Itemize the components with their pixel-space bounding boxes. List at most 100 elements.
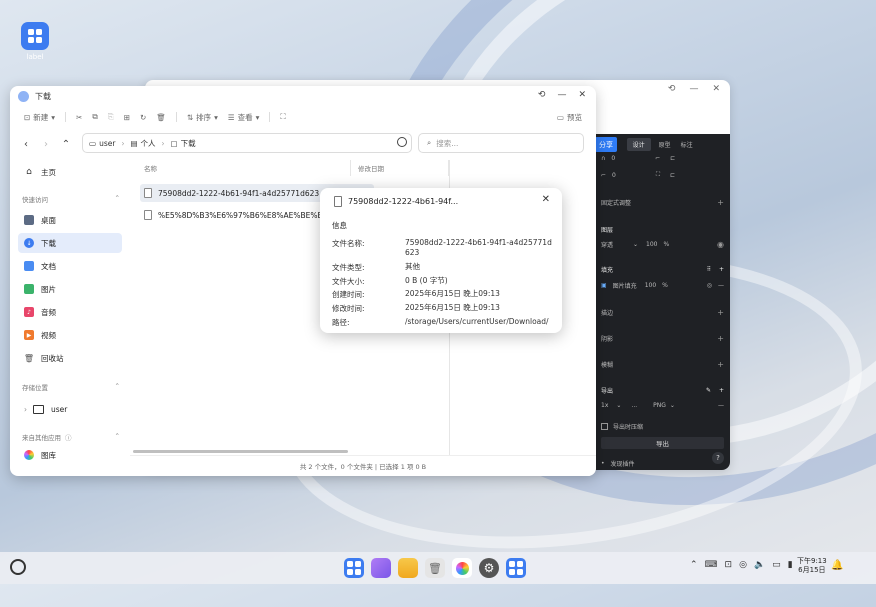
- sidebar-item-download[interactable]: ↓ 下载: [18, 233, 122, 253]
- preview-button[interactable]: ▭ 预览: [557, 112, 582, 123]
- app-grid-icon[interactable]: [344, 558, 364, 578]
- volume-icon[interactable]: 🔈: [754, 560, 765, 570]
- info-icon[interactable]: ⓘ: [65, 432, 72, 442]
- close-icon[interactable]: ✕: [578, 90, 586, 100]
- frame-icon[interactable]: ⊏: [670, 155, 675, 162]
- screenshot-icon[interactable]: ⊡: [725, 560, 733, 570]
- close-icon[interactable]: ✕: [542, 194, 550, 205]
- sidebar-item-gallery[interactable]: 图库: [18, 445, 122, 465]
- input-method-icon[interactable]: ⌨: [705, 560, 718, 570]
- desktop-app-icon[interactable]: [21, 22, 49, 50]
- export-button[interactable]: 导出: [601, 437, 724, 449]
- eye-icon[interactable]: ◉: [717, 240, 724, 249]
- plugin-hint[interactable]: 发现插件: [611, 459, 635, 468]
- pen-icon[interactable]: ✎: [706, 387, 711, 394]
- new-icon: ⊡: [24, 112, 31, 122]
- quick-access-header[interactable]: 快速访问 ⌃: [22, 194, 120, 204]
- add-icon[interactable]: +: [717, 334, 724, 343]
- display-icon[interactable]: ▭: [772, 560, 781, 570]
- minimize-icon[interactable]: —: [689, 84, 698, 94]
- tab-prototype[interactable]: 原型: [659, 140, 671, 149]
- grid-dots-icon[interactable]: ⠿: [707, 266, 711, 273]
- start-button[interactable]: [10, 559, 26, 575]
- sidebar-item-audio[interactable]: ♪ 音频: [18, 302, 122, 322]
- format-select[interactable]: PNG: [653, 402, 666, 409]
- multitask-icon[interactable]: [371, 558, 391, 578]
- horizontal-scrollbar[interactable]: [133, 450, 348, 453]
- fullscreen-button[interactable]: ⛶: [280, 112, 285, 122]
- sidebar-item-trash[interactable]: 🗑 回收站: [18, 348, 122, 368]
- chevron-up-icon[interactable]: ⌃: [690, 560, 698, 570]
- restore-icon[interactable]: ⟲: [668, 84, 676, 94]
- checkbox[interactable]: [601, 423, 608, 430]
- sidebar-item-pictures[interactable]: 图片: [18, 279, 122, 299]
- eye-icon[interactable]: ◎: [707, 282, 712, 289]
- sidebar-item-desktop[interactable]: 桌面: [18, 210, 122, 230]
- suffix-input[interactable]: ...: [631, 402, 637, 409]
- fill-name[interactable]: 图片填充: [613, 281, 637, 290]
- add-icon[interactable]: +: [719, 266, 724, 273]
- column-header-modified[interactable]: 修改日期: [358, 163, 384, 173]
- help-button[interactable]: ?: [712, 452, 724, 464]
- design-properties-panel: ▶ ⌄ 设计 原型 标注 ∩0⌐⊏ ⌐0⛶⊏ 固定式调整+ 图层 穿透⌄100%…: [595, 134, 730, 470]
- trash-app-icon[interactable]: 🗑: [425, 558, 445, 578]
- sidebar-item-home[interactable]: ⌂ 主页: [18, 162, 122, 182]
- file-properties-dialog[interactable]: 75908dd2-1222-4b61-94f... ✕ 信息 文件名称: 759…: [320, 188, 562, 333]
- opacity-input[interactable]: 100: [646, 241, 657, 248]
- copy-button[interactable]: ⧉: [92, 112, 97, 122]
- add-icon[interactable]: +: [717, 360, 724, 369]
- remove-icon[interactable]: —: [718, 402, 724, 409]
- frame-icon[interactable]: ⊏: [670, 172, 675, 179]
- blend-select[interactable]: 穿透: [601, 240, 613, 249]
- sidebar-item-video[interactable]: ▶ 视频: [18, 325, 122, 345]
- new-button[interactable]: ⊡ 新建 ▾: [24, 112, 55, 123]
- delete-button[interactable]: 🗑: [156, 113, 166, 122]
- restore-icon[interactable]: ⟲: [538, 90, 546, 100]
- tab-design[interactable]: 设计: [626, 138, 651, 151]
- add-icon[interactable]: +: [719, 387, 724, 394]
- refresh-icon[interactable]: [397, 137, 407, 147]
- close-icon[interactable]: ✕: [712, 84, 720, 94]
- sort-button[interactable]: ⇅ 排序 ▾: [187, 112, 218, 123]
- up-icon[interactable]: ⌃: [56, 139, 76, 150]
- field-value[interactable]: 0: [612, 172, 616, 179]
- other-apps-header[interactable]: 来自其他应用 ⓘ ⌃: [22, 432, 120, 442]
- paste-button[interactable]: ⎘: [108, 112, 114, 122]
- wifi-icon[interactable]: ◎: [739, 560, 747, 570]
- forward-icon[interactable]: ›: [36, 139, 56, 150]
- breadcrumb-user[interactable]: ▭ user: [89, 139, 115, 148]
- back-icon[interactable]: ‹: [16, 139, 36, 150]
- search-input[interactable]: ⌕ 搜索...: [418, 133, 584, 153]
- app-store-icon[interactable]: [506, 558, 526, 578]
- add-icon[interactable]: +: [717, 308, 724, 317]
- battery-icon[interactable]: ▮: [788, 560, 793, 570]
- storage-header[interactable]: 存储位置 ⌃: [22, 382, 120, 392]
- breadcrumb-personal[interactable]: ▤ 个人: [130, 138, 155, 149]
- breadcrumb-download[interactable]: ▢ 下载: [171, 138, 196, 149]
- rename-button[interactable]: ⊞: [124, 113, 130, 122]
- cut-button[interactable]: ✂: [76, 113, 82, 122]
- remove-icon[interactable]: —: [718, 282, 724, 289]
- gallery-app-icon[interactable]: [452, 558, 472, 578]
- sidebar-item-documents[interactable]: 文档: [18, 256, 122, 276]
- field-value[interactable]: 0: [611, 155, 615, 162]
- resize-icon[interactable]: ⛶: [656, 171, 660, 179]
- scale-select[interactable]: 1x: [601, 402, 608, 409]
- tab-annotate[interactable]: 标注: [681, 140, 693, 149]
- sidebar-item-user[interactable]: › user: [18, 399, 122, 419]
- minimize-icon[interactable]: —: [557, 90, 566, 100]
- files-app-icon[interactable]: [398, 558, 418, 578]
- share-button[interactable]: 分享: [595, 137, 617, 152]
- add-icon[interactable]: +: [717, 198, 724, 207]
- settings-icon[interactable]: ⚙: [479, 558, 499, 578]
- frame-icon[interactable]: ⌐: [655, 155, 660, 162]
- share-file-button[interactable]: ↻: [140, 113, 146, 122]
- opacity-input[interactable]: 100: [645, 282, 656, 289]
- notification-bell-icon[interactable]: 🔔: [831, 560, 843, 571]
- window-controls: ⟲ — ✕: [668, 84, 720, 94]
- view-button[interactable]: ☰ 查看 ▾: [228, 112, 260, 123]
- breadcrumb[interactable]: ▭ user › ▤ 个人 › ▢ 下载: [82, 133, 412, 153]
- column-header-name[interactable]: 名称: [144, 163, 157, 173]
- clock[interactable]: 下午9:13 6月15日: [797, 557, 827, 575]
- taskbar: 🗑 ⚙ ⌃ ⌨ ⊡ ◎ 🔈 ▭ ▮ 下午9:13 6月15日 🔔: [0, 552, 876, 584]
